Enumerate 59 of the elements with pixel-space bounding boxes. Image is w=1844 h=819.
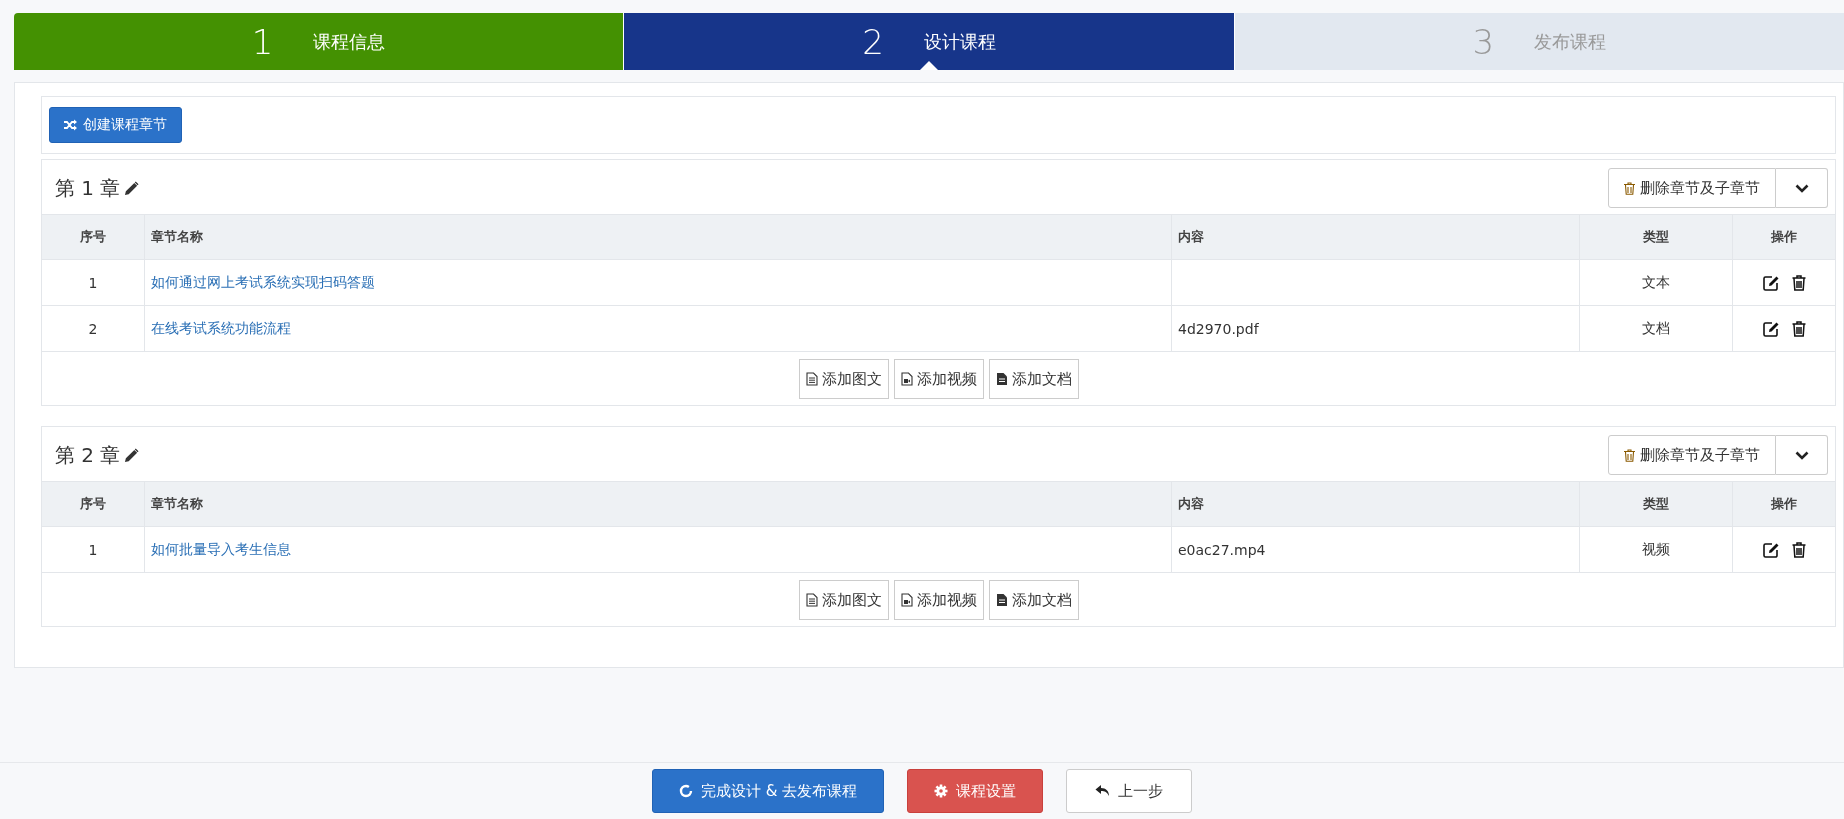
add-content-button[interactable]: 添加图文 (798, 580, 889, 620)
delete-chapter-button[interactable]: 删除章节及子章节 (1608, 435, 1776, 475)
spinner-icon (678, 784, 693, 798)
column-header: 序号 (42, 214, 145, 260)
edit-icon[interactable] (1762, 541, 1780, 558)
step-tab[interactable]: 1 课程信息 (14, 13, 624, 70)
footer-button[interactable]: 完成设计 & 去发布课程 (651, 769, 885, 813)
reply-arrow-icon (1095, 784, 1111, 798)
chapter-title: 第 2 章 (55, 441, 121, 469)
video-file-icon (900, 372, 913, 386)
column-header: 章节名称 (144, 214, 1172, 260)
pencil-icon[interactable] (124, 447, 140, 463)
create-chapter-button[interactable]: 创建课程章节 (49, 107, 182, 143)
table-cell: 视频 (1579, 526, 1733, 573)
chapter-title: 第 1 章 (55, 174, 121, 202)
trash-icon (1624, 181, 1635, 195)
lesson-link[interactable]: 如何批量导入考生信息 (151, 540, 291, 557)
step-tab[interactable]: 2 设计课程 (623, 13, 1234, 70)
table-cell: 文档 (1579, 305, 1733, 352)
table-cell: 2 (42, 305, 145, 352)
add-content-button[interactable]: 添加视频 (893, 580, 984, 620)
trash-icon[interactable] (1791, 541, 1806, 558)
delete-chapter-button[interactable]: 删除章节及子章节 (1608, 168, 1776, 208)
shuffle-icon (64, 119, 77, 131)
file-icon (995, 372, 1008, 386)
column-header: 操作 (1732, 481, 1835, 527)
lesson-link[interactable]: 如何通过网上考试系统实现扫码答题 (151, 273, 375, 290)
document-icon (805, 593, 818, 607)
table-cell: 文本 (1579, 259, 1733, 306)
edit-icon[interactable] (1762, 320, 1780, 337)
trash-icon[interactable] (1791, 274, 1806, 291)
add-content-button[interactable]: 添加图文 (798, 359, 889, 399)
document-icon (805, 372, 818, 386)
column-header: 操作 (1732, 214, 1835, 260)
column-header: 内容 (1171, 214, 1580, 260)
footer-button[interactable]: 课程设置 (907, 769, 1044, 813)
add-content-button[interactable]: 添加文档 (988, 359, 1079, 399)
table-cell: 1 (42, 259, 145, 306)
gear-icon (934, 784, 949, 798)
add-content-button[interactable]: 添加视频 (893, 359, 984, 399)
add-content-button[interactable]: 添加文档 (988, 580, 1079, 620)
edit-icon[interactable] (1762, 274, 1780, 291)
file-icon (995, 593, 1008, 607)
lesson-link[interactable]: 在线考试系统功能流程 (151, 319, 291, 336)
trash-icon (1624, 448, 1635, 462)
footer-button[interactable]: 上一步 (1066, 769, 1193, 813)
trash-icon[interactable] (1791, 320, 1806, 337)
video-file-icon (900, 593, 913, 607)
column-header: 章节名称 (144, 481, 1172, 527)
column-header: 类型 (1579, 214, 1733, 260)
table-cell: 1 (42, 526, 145, 573)
chevron-down-icon (1794, 183, 1809, 193)
column-header: 类型 (1579, 481, 1733, 527)
column-header: 内容 (1171, 481, 1580, 527)
pencil-icon[interactable] (124, 180, 140, 196)
content-file: e0ac27.mp4 (1178, 541, 1266, 558)
content-file: 4d2970.pdf (1178, 320, 1259, 337)
chevron-down-icon (1794, 450, 1809, 460)
column-header: 序号 (42, 481, 145, 527)
